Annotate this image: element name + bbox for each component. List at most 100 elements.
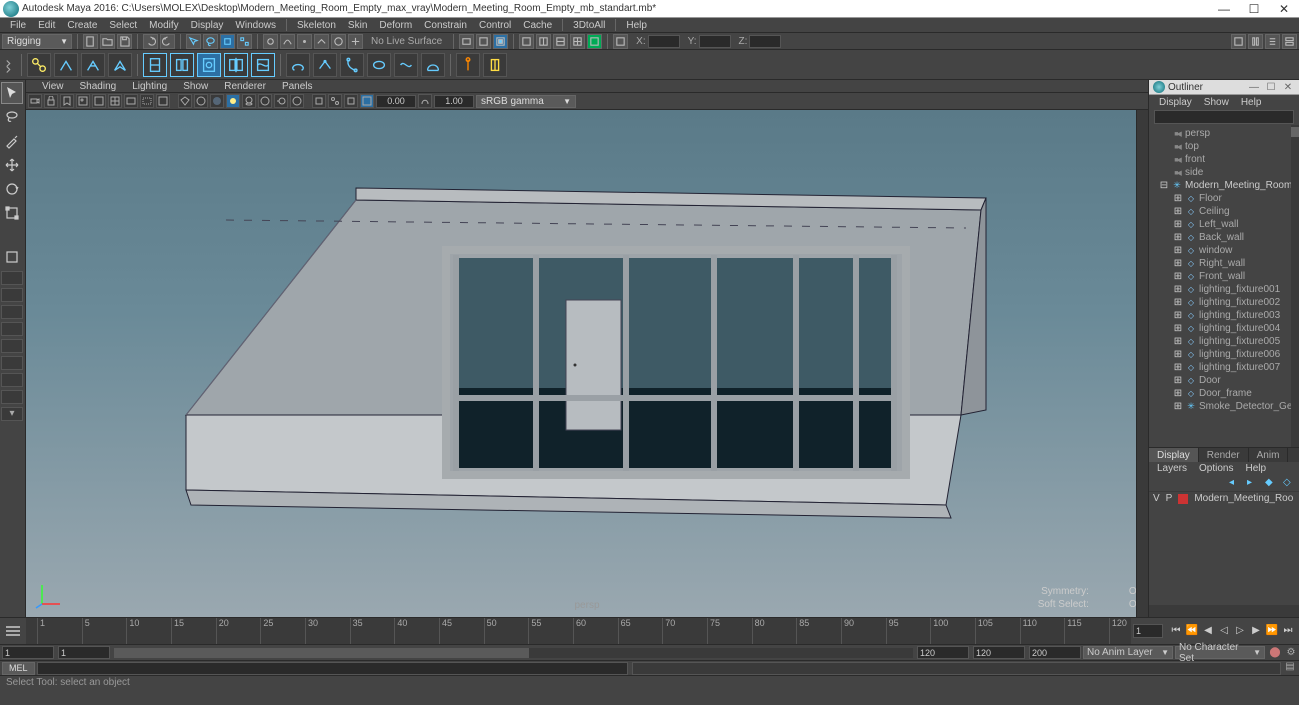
- colorspace-dropdown[interactable]: sRGB gamma▼: [476, 95, 576, 108]
- last-tool[interactable]: [1, 246, 23, 268]
- snap-live-icon[interactable]: [331, 34, 346, 49]
- menu-help[interactable]: Help: [620, 20, 653, 31]
- orient-joint-icon[interactable]: [108, 53, 132, 77]
- current-frame-input[interactable]: [1133, 624, 1163, 638]
- tree-light3[interactable]: ⊞lighting_fixture003: [1149, 309, 1299, 322]
- detach-skin-icon[interactable]: [170, 53, 194, 77]
- view-8[interactable]: [1, 390, 23, 404]
- snap-grid-icon[interactable]: [263, 34, 278, 49]
- pt-exp[interactable]: [360, 94, 374, 108]
- undo-icon[interactable]: [143, 34, 158, 49]
- view-single[interactable]: [1, 271, 23, 285]
- tree-floor[interactable]: ⊞Floor: [1149, 192, 1299, 205]
- ipr-render-icon[interactable]: [493, 34, 508, 49]
- view-four[interactable]: [1, 288, 23, 302]
- panel-shading[interactable]: Shading: [72, 81, 125, 92]
- tree-smoke[interactable]: ⊞Smoke_Detector_Gen: [1149, 400, 1299, 413]
- play-back-icon[interactable]: ◁: [1217, 624, 1231, 638]
- view-persp[interactable]: [1, 305, 23, 319]
- layer-play[interactable]: P: [1166, 493, 1173, 504]
- pt-2d[interactable]: [92, 94, 106, 108]
- layer-new-icon[interactable]: ◆: [1265, 477, 1277, 489]
- tree-cam-front[interactable]: front: [1149, 153, 1299, 166]
- paint-select-icon[interactable]: [220, 34, 235, 49]
- toggle-chan-icon[interactable]: [1265, 34, 1280, 49]
- range-end-inner[interactable]: [917, 646, 969, 659]
- go-end-icon[interactable]: ⏭: [1281, 624, 1295, 638]
- view-more[interactable]: ▾: [1, 407, 23, 421]
- lattice-icon[interactable]: [340, 53, 364, 77]
- range-start-inner[interactable]: [58, 646, 110, 659]
- joint-icon[interactable]: [27, 53, 51, 77]
- menu-file[interactable]: File: [4, 20, 32, 31]
- menu-edit[interactable]: Edit: [32, 20, 61, 31]
- layout2-icon[interactable]: [536, 34, 551, 49]
- pt-light[interactable]: [226, 94, 240, 108]
- menu-constrain[interactable]: Constrain: [418, 20, 473, 31]
- snap-point-icon[interactable]: [297, 34, 312, 49]
- pt-motion[interactable]: [274, 94, 288, 108]
- pt-shadow[interactable]: [242, 94, 256, 108]
- nonlinear-icon[interactable]: [421, 53, 445, 77]
- menu-select[interactable]: Select: [103, 20, 143, 31]
- pt-image[interactable]: [76, 94, 90, 108]
- wrap-icon[interactable]: [367, 53, 391, 77]
- tree-ceiling[interactable]: ⊞Ceiling: [1149, 205, 1299, 218]
- view-6[interactable]: [1, 356, 23, 370]
- pt-grid[interactable]: [108, 94, 122, 108]
- step-back-icon[interactable]: ◀: [1201, 624, 1215, 638]
- chbox-options[interactable]: Options: [1193, 463, 1239, 474]
- tree-cam-top[interactable]: top: [1149, 140, 1299, 153]
- menu-create[interactable]: Create: [61, 20, 103, 31]
- menu-windows[interactable]: Windows: [229, 20, 282, 31]
- cmd-lang-label[interactable]: MEL: [2, 662, 35, 675]
- select-tool[interactable]: [1, 82, 23, 104]
- tab-render[interactable]: Render: [1199, 448, 1249, 462]
- coord-x-input[interactable]: [648, 35, 680, 48]
- layer-name[interactable]: Modern_Meeting_Roo: [1194, 493, 1293, 504]
- script-editor-icon[interactable]: ▤: [1283, 661, 1297, 675]
- tree-light2[interactable]: ⊞lighting_fixture002: [1149, 296, 1299, 309]
- menu-display[interactable]: Display: [185, 20, 230, 31]
- range-end-outer[interactable]: [973, 646, 1025, 659]
- construction-history-icon[interactable]: [459, 34, 474, 49]
- xyz-icon[interactable]: [613, 34, 628, 49]
- view-5[interactable]: [1, 339, 23, 353]
- redo-icon[interactable]: [160, 34, 175, 49]
- layer-row[interactable]: V P Modern_Meeting_Roo: [1149, 491, 1299, 505]
- tree-root[interactable]: ⊟Modern_Meeting_Room_: [1149, 179, 1299, 192]
- layer-scroll[interactable]: [1149, 605, 1299, 617]
- range-slider[interactable]: [114, 648, 913, 658]
- step-back-key-icon[interactable]: ⏪: [1185, 624, 1199, 638]
- panel-input-b[interactable]: [434, 95, 474, 108]
- pt-sel-cam[interactable]: [28, 94, 42, 108]
- menu-modify[interactable]: Modify: [143, 20, 184, 31]
- layout4-icon[interactable]: [570, 34, 585, 49]
- view-7[interactable]: [1, 373, 23, 387]
- tree-door[interactable]: ⊞Door: [1149, 374, 1299, 387]
- snap-plane-icon[interactable]: [314, 34, 329, 49]
- panel-renderer[interactable]: Renderer: [216, 81, 274, 92]
- panel-input-a[interactable]: [376, 95, 416, 108]
- lasso-icon[interactable]: [203, 34, 218, 49]
- outliner-min[interactable]: —: [1247, 82, 1261, 93]
- tree-doorframe[interactable]: ⊞Door_frame: [1149, 387, 1299, 400]
- cluster-icon[interactable]: [313, 53, 337, 77]
- toggle-mod-icon[interactable]: [1282, 34, 1297, 49]
- pt-bookmk[interactable]: [60, 94, 74, 108]
- tab-display[interactable]: Display: [1149, 448, 1199, 462]
- layout5-icon[interactable]: [587, 34, 602, 49]
- outliner-filter[interactable]: [1154, 110, 1294, 124]
- paint-tool[interactable]: [1, 130, 23, 152]
- layout1-icon[interactable]: [519, 34, 534, 49]
- menu-3dtoall[interactable]: 3DtoAll: [567, 20, 611, 31]
- tree-cam-side[interactable]: side: [1149, 166, 1299, 179]
- tree-backwall[interactable]: ⊞Back_wall: [1149, 231, 1299, 244]
- paint-weights-icon[interactable]: [197, 53, 221, 77]
- outliner-close[interactable]: ✕: [1281, 82, 1295, 93]
- pt-filmgate[interactable]: [124, 94, 138, 108]
- tree-light1[interactable]: ⊞lighting_fixture001: [1149, 283, 1299, 296]
- minimize-button[interactable]: —: [1209, 0, 1239, 18]
- menu-control[interactable]: Control: [473, 20, 517, 31]
- scale-tool[interactable]: [1, 202, 23, 224]
